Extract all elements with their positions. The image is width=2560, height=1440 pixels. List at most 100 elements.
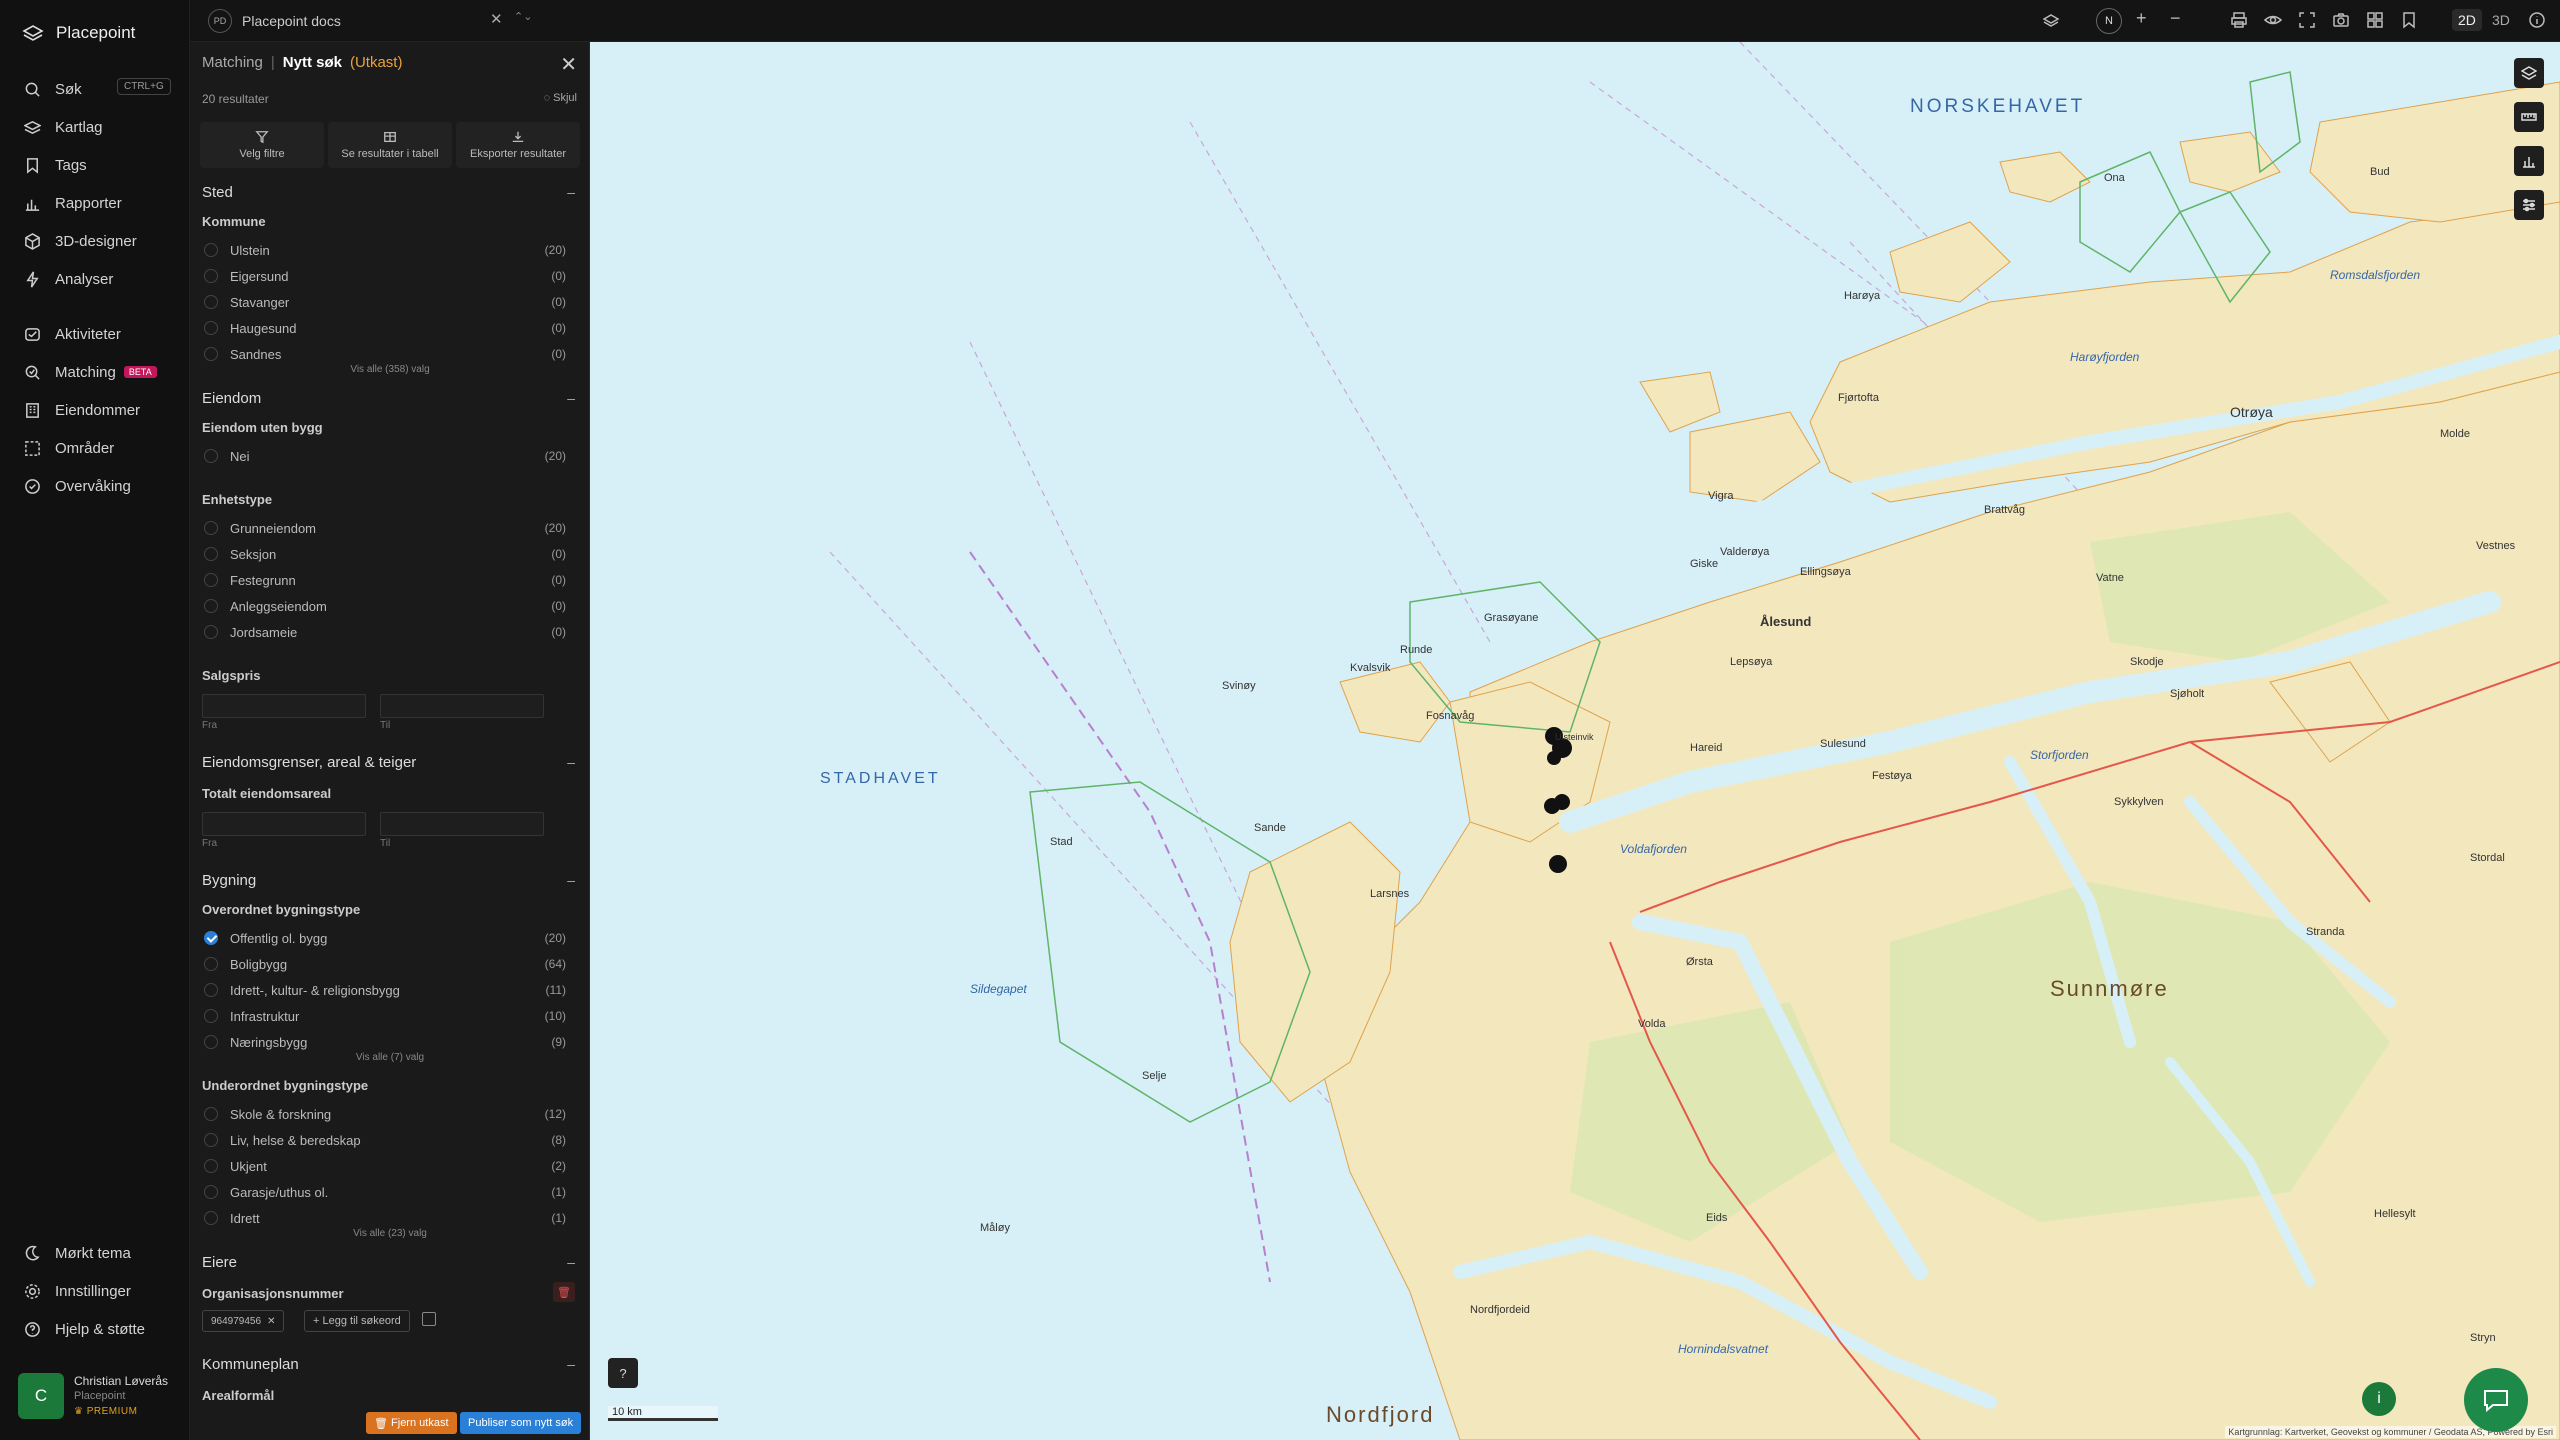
- filter-option[interactable]: Idrett-, kultur- & religionsbygg (11): [204, 980, 566, 1000]
- areal-from-input[interactable]: [202, 812, 366, 836]
- collapse-icon[interactable]: –: [567, 754, 575, 770]
- filter-option[interactable]: Nei (20): [204, 446, 566, 466]
- filter-option[interactable]: Festegrunn (0): [204, 570, 566, 590]
- section-bygning-title[interactable]: Bygning: [202, 872, 256, 889]
- checkbox[interactable]: [204, 957, 218, 971]
- filter-option[interactable]: Infrastruktur (10): [204, 1006, 566, 1026]
- checkbox[interactable]: [204, 1211, 218, 1225]
- filter-option[interactable]: Grunneiendom (20): [204, 518, 566, 538]
- checkbox[interactable]: [204, 1185, 218, 1199]
- checkbox[interactable]: [204, 521, 218, 535]
- checkbox[interactable]: [204, 1107, 218, 1121]
- zoom-out-icon[interactable]: −: [2170, 8, 2190, 28]
- collapse-icon[interactable]: –: [567, 390, 575, 406]
- publish-search-button[interactable]: Publiser som nytt søk: [460, 1412, 582, 1434]
- show-all-link[interactable]: Vis alle (7) valg: [190, 1052, 589, 1063]
- filter-option[interactable]: Boligbygg (64): [204, 954, 566, 974]
- checkbox[interactable]: [204, 1133, 218, 1147]
- salgspris-to-input[interactable]: [380, 694, 544, 718]
- result-marker[interactable]: [1549, 855, 1567, 873]
- map-layers-button[interactable]: [2514, 58, 2544, 88]
- filter-option[interactable]: Anleggseiendom (0): [204, 596, 566, 616]
- hide-results-button[interactable]: ◌ Skjul: [544, 92, 577, 104]
- choose-filters-button[interactable]: Velg filtre: [200, 122, 324, 168]
- brand[interactable]: Placepoint: [22, 22, 135, 44]
- nav-item-help[interactable]: Hjelp & støtte: [24, 1316, 174, 1342]
- section-sted-title[interactable]: Sted: [202, 184, 233, 201]
- compass-north-button[interactable]: N: [2096, 8, 2122, 34]
- project-selector[interactable]: PD Placepoint docs: [208, 9, 341, 33]
- nav-item-overvaking[interactable]: Overvåking: [24, 473, 174, 499]
- nav-item-matching[interactable]: Matching BETA: [24, 359, 174, 385]
- camera-icon[interactable]: [2332, 11, 2352, 31]
- fullscreen-icon[interactable]: [2298, 11, 2318, 31]
- info-circle-icon[interactable]: [2528, 11, 2548, 31]
- grid-icon[interactable]: [2366, 11, 2386, 31]
- checkbox[interactable]: [204, 269, 218, 283]
- breadcrumb-matching[interactable]: Matching: [202, 54, 263, 71]
- section-grenser-title[interactable]: Eiendomsgrenser, areal & teiger: [202, 754, 416, 771]
- filter-option[interactable]: Skole & forskning (12): [204, 1104, 566, 1124]
- checkbox[interactable]: [204, 573, 218, 587]
- show-all-link[interactable]: Vis alle (358) valg: [190, 364, 589, 375]
- user-profile[interactable]: C Christian Løverås Placepoint ♛ PREMIUM: [18, 1372, 178, 1420]
- export-results-button[interactable]: Eksporter resultater: [456, 122, 580, 168]
- checkbox-checked[interactable]: [204, 931, 218, 945]
- layers-stack-icon[interactable]: [2042, 11, 2062, 31]
- info-icon[interactable]: i: [2362, 1382, 2396, 1416]
- collapse-icon[interactable]: –: [567, 1254, 575, 1270]
- map-view[interactable]: NORSKEHAVET STADHAVET Sunnmøre Nordfjord…: [590, 42, 2560, 1440]
- checkbox[interactable]: [204, 547, 218, 561]
- help-icon[interactable]: ?: [608, 1358, 638, 1388]
- nav-item-eiendommer[interactable]: Eiendommer: [24, 397, 174, 423]
- checkbox[interactable]: [204, 321, 218, 335]
- measure-button[interactable]: [2514, 102, 2544, 132]
- section-kommuneplan-title[interactable]: Kommuneplan: [202, 1356, 299, 1373]
- print-icon[interactable]: [2230, 11, 2250, 31]
- filter-option[interactable]: Haugesund (0): [204, 318, 566, 338]
- checkbox[interactable]: [204, 983, 218, 997]
- filter-option[interactable]: Sandnes (0): [204, 344, 566, 364]
- filter-option[interactable]: Næringsbygg (9): [204, 1032, 566, 1052]
- checkbox[interactable]: [204, 625, 218, 639]
- nav-item-tags[interactable]: Tags: [24, 152, 174, 178]
- collapse-icon[interactable]: –: [567, 1356, 575, 1372]
- nav-item-settings[interactable]: Innstillinger: [24, 1278, 174, 1304]
- checkbox[interactable]: [204, 243, 218, 257]
- filter-option[interactable]: Seksjon (0): [204, 544, 566, 564]
- result-marker[interactable]: [1547, 751, 1561, 765]
- filter-map-button[interactable]: [2514, 190, 2544, 220]
- salgspris-from-input[interactable]: [202, 694, 366, 718]
- checkbox[interactable]: [204, 1159, 218, 1173]
- nav-item-rapporter[interactable]: Rapporter: [24, 190, 174, 216]
- section-eiendom-title[interactable]: Eiendom: [202, 390, 261, 407]
- add-keyword-button[interactable]: + Legg til søkeord: [304, 1310, 410, 1332]
- checkbox[interactable]: [204, 599, 218, 613]
- nav-item-omrader[interactable]: Områder: [24, 435, 174, 461]
- chat-button[interactable]: [2464, 1368, 2528, 1432]
- nav-item-kartlag[interactable]: Kartlag: [24, 114, 174, 140]
- bookmark-icon[interactable]: [2400, 11, 2420, 31]
- trash-icon[interactable]: 🗑: [553, 1282, 575, 1302]
- filter-option[interactable]: Ulstein (20): [204, 240, 566, 260]
- clear-project-icon[interactable]: ✕: [490, 10, 503, 28]
- collapse-icon[interactable]: –: [567, 184, 575, 200]
- filter-option[interactable]: Ukjent (2): [204, 1156, 566, 1176]
- nav-item-analyser[interactable]: Analyser: [24, 266, 174, 292]
- nav-item-3d-designer[interactable]: 3D-designer: [24, 228, 174, 254]
- checkbox[interactable]: [204, 1009, 218, 1023]
- section-eiere-title[interactable]: Eiere: [202, 1254, 237, 1271]
- checkbox[interactable]: [204, 449, 218, 463]
- result-marker[interactable]: [1554, 794, 1570, 810]
- checkbox[interactable]: [204, 295, 218, 309]
- nav-item-dark-theme[interactable]: Mørkt tema: [24, 1240, 174, 1266]
- show-all-link[interactable]: Vis alle (23) valg: [190, 1228, 589, 1239]
- copy-icon[interactable]: [422, 1312, 436, 1326]
- mode-3d-button[interactable]: 3D: [2486, 9, 2516, 31]
- nav-item-aktiviteter[interactable]: Aktiviteter: [24, 321, 174, 347]
- remove-chip-icon[interactable]: ✕: [267, 1316, 275, 1327]
- statistics-button[interactable]: [2514, 146, 2544, 176]
- filter-option[interactable]: Stavanger (0): [204, 292, 566, 312]
- remove-draft-button[interactable]: 🗑 Fjern utkast: [366, 1412, 457, 1434]
- checkbox[interactable]: [204, 1035, 218, 1049]
